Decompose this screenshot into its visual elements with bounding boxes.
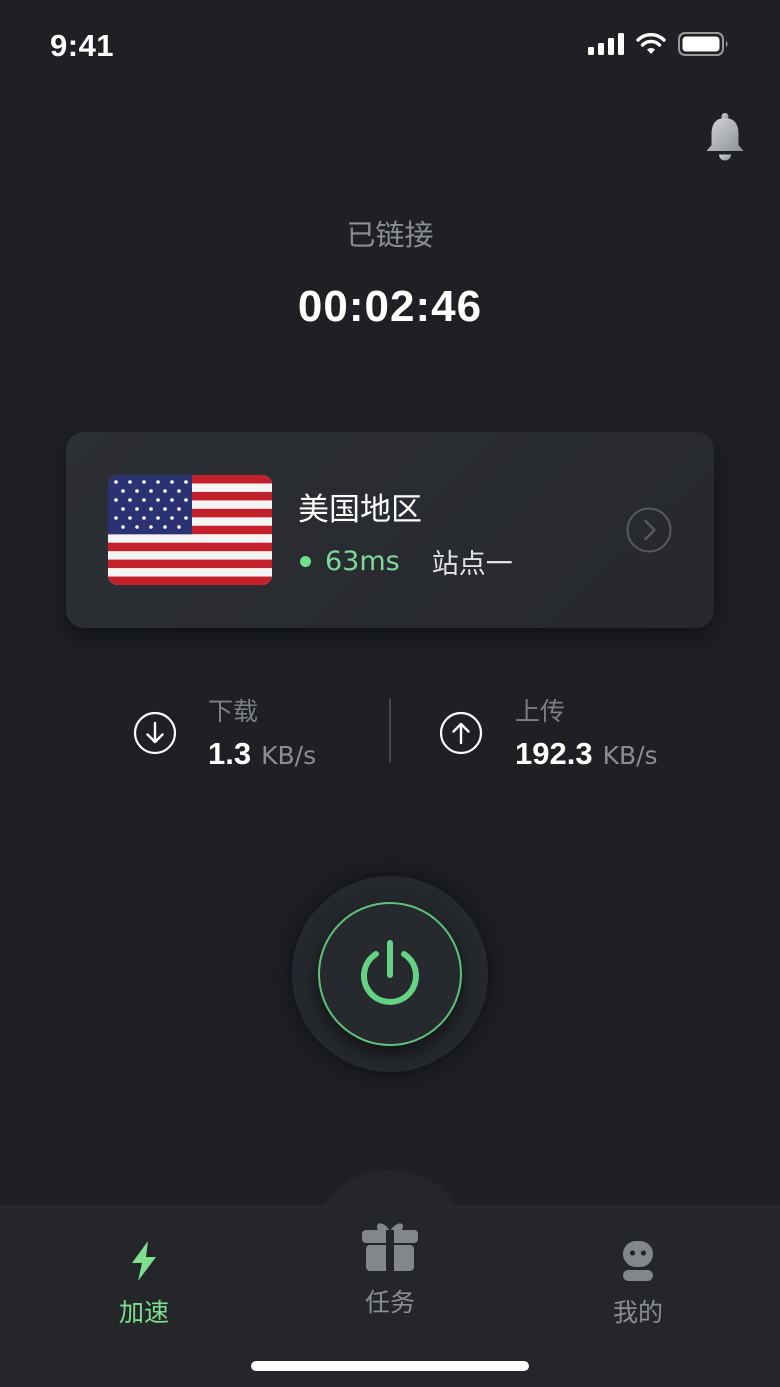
tab-tasks-label: 任务 — [364, 1288, 415, 1317]
tab-profile[interactable]: 我的 — [558, 1239, 718, 1329]
upload-unit: KB/s — [602, 741, 658, 770]
stats-divider — [389, 698, 391, 762]
connection-status: 已链接 — [346, 218, 434, 252]
tab-bar: 加速 任务 我的 — [0, 1206, 780, 1387]
server-station: 站点一 — [431, 549, 513, 580]
tab-accelerate-label: 加速 — [118, 1298, 169, 1327]
robot-profile-icon — [623, 1241, 653, 1281]
download-speed: 1.3 KB/s — [208, 736, 316, 772]
upload-value: 192.3 — [515, 736, 593, 771]
power-button[interactable] — [318, 902, 462, 1046]
tab-profile-label: 我的 — [612, 1298, 663, 1327]
us-flag-icon — [108, 475, 272, 585]
tab-tasks[interactable]: 任务 — [310, 1217, 470, 1319]
battery-icon — [678, 32, 728, 56]
status-time: 9:41 — [50, 28, 115, 63]
lightning-icon — [132, 1241, 156, 1281]
download-value: 1.3 — [208, 736, 252, 771]
download-arrow-icon — [133, 711, 177, 755]
chevron-right-icon[interactable] — [626, 507, 672, 553]
upload-label: 上传 — [515, 697, 566, 726]
tab-accelerate[interactable]: 加速 — [64, 1239, 224, 1329]
ping-latency: 63ms — [325, 546, 400, 577]
bell-icon[interactable] — [704, 112, 746, 162]
server-region-name: 美国地区 — [298, 492, 422, 528]
power-icon — [361, 940, 419, 1005]
download-label: 下载 — [208, 697, 259, 726]
gift-box-icon — [362, 1223, 418, 1271]
connection-timer: 00:02:46 — [297, 282, 483, 331]
home-indicator — [251, 1361, 529, 1371]
server-meta: 63ms 站点一 — [300, 542, 513, 581]
traffic-stats: 下载 1.3 KB/s 上传 192.3 KB/s — [0, 690, 780, 780]
status-bar: 9:41 — [0, 0, 780, 92]
wifi-icon — [636, 33, 666, 54]
ping-status-dot — [300, 556, 311, 567]
power-button-ring — [292, 876, 488, 1072]
upload-arrow-icon — [439, 711, 483, 755]
download-unit: KB/s — [261, 741, 317, 770]
server-selector-card[interactable]: 美国地区 63ms 站点一 — [66, 432, 714, 628]
cellular-signal-icon — [588, 33, 624, 55]
upload-speed: 192.3 KB/s — [515, 736, 658, 772]
status-icons — [588, 32, 730, 56]
